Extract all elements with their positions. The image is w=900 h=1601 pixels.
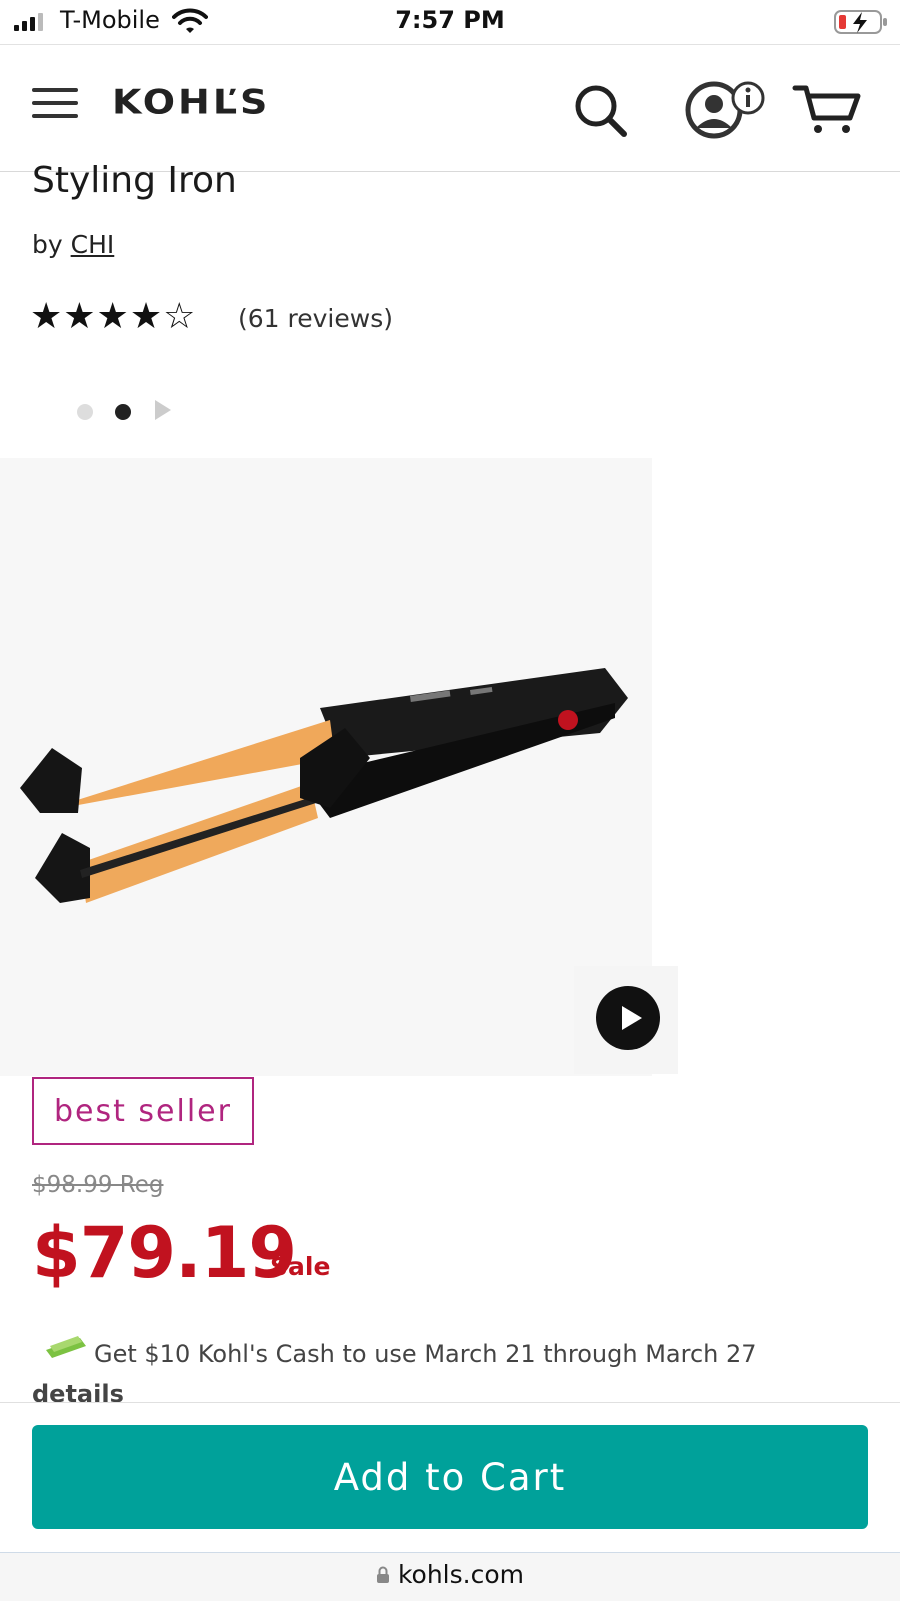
menu-icon[interactable] <box>32 88 78 118</box>
search-icon[interactable] <box>574 84 630 140</box>
url-text: kohls.com <box>397 1560 524 1589</box>
play-video-button[interactable] <box>596 986 660 1050</box>
add-to-cart-button[interactable]: Add to Cart <box>32 1425 868 1529</box>
cart-icon[interactable] <box>792 82 864 136</box>
clock: 7:57 PM <box>395 6 505 34</box>
status-bar: T-Mobile 7:57 PM <box>0 0 900 45</box>
info-icon[interactable] <box>730 80 766 116</box>
product-title: Styling Iron <box>32 160 237 201</box>
url-display[interactable]: kohls.com <box>0 1560 900 1589</box>
kohls-cash-icon <box>46 1336 86 1358</box>
review-count-link[interactable]: (61 reviews) <box>238 304 393 333</box>
product-image[interactable] <box>0 458 652 1076</box>
kohls-logo[interactable]: KOHĽS <box>112 82 270 122</box>
star-rating[interactable]: ★★★★☆ <box>30 296 196 337</box>
carousel-dot-2[interactable] <box>115 404 131 420</box>
by-prefix: by <box>32 230 63 259</box>
best-seller-badge: best seller <box>32 1077 254 1145</box>
flat-iron-image <box>20 668 628 903</box>
brand-link[interactable]: CHI <box>71 230 115 259</box>
battery-icon <box>834 10 887 34</box>
kohls-cash-promo: Get $10 Kohl's Cash to use March 21 thro… <box>94 1340 757 1368</box>
details-link[interactable]: details <box>32 1380 124 1402</box>
carousel-dot-1[interactable] <box>77 404 93 420</box>
lock-icon <box>377 1566 389 1583</box>
sale-label: Sale <box>270 1252 331 1281</box>
brand-byline: by CHI <box>32 230 114 259</box>
sale-price: $79.19 <box>32 1212 297 1294</box>
regular-price: $98.99 Reg <box>32 1172 164 1198</box>
play-icon <box>622 1006 642 1030</box>
carousel-next-icon[interactable] <box>153 398 173 422</box>
